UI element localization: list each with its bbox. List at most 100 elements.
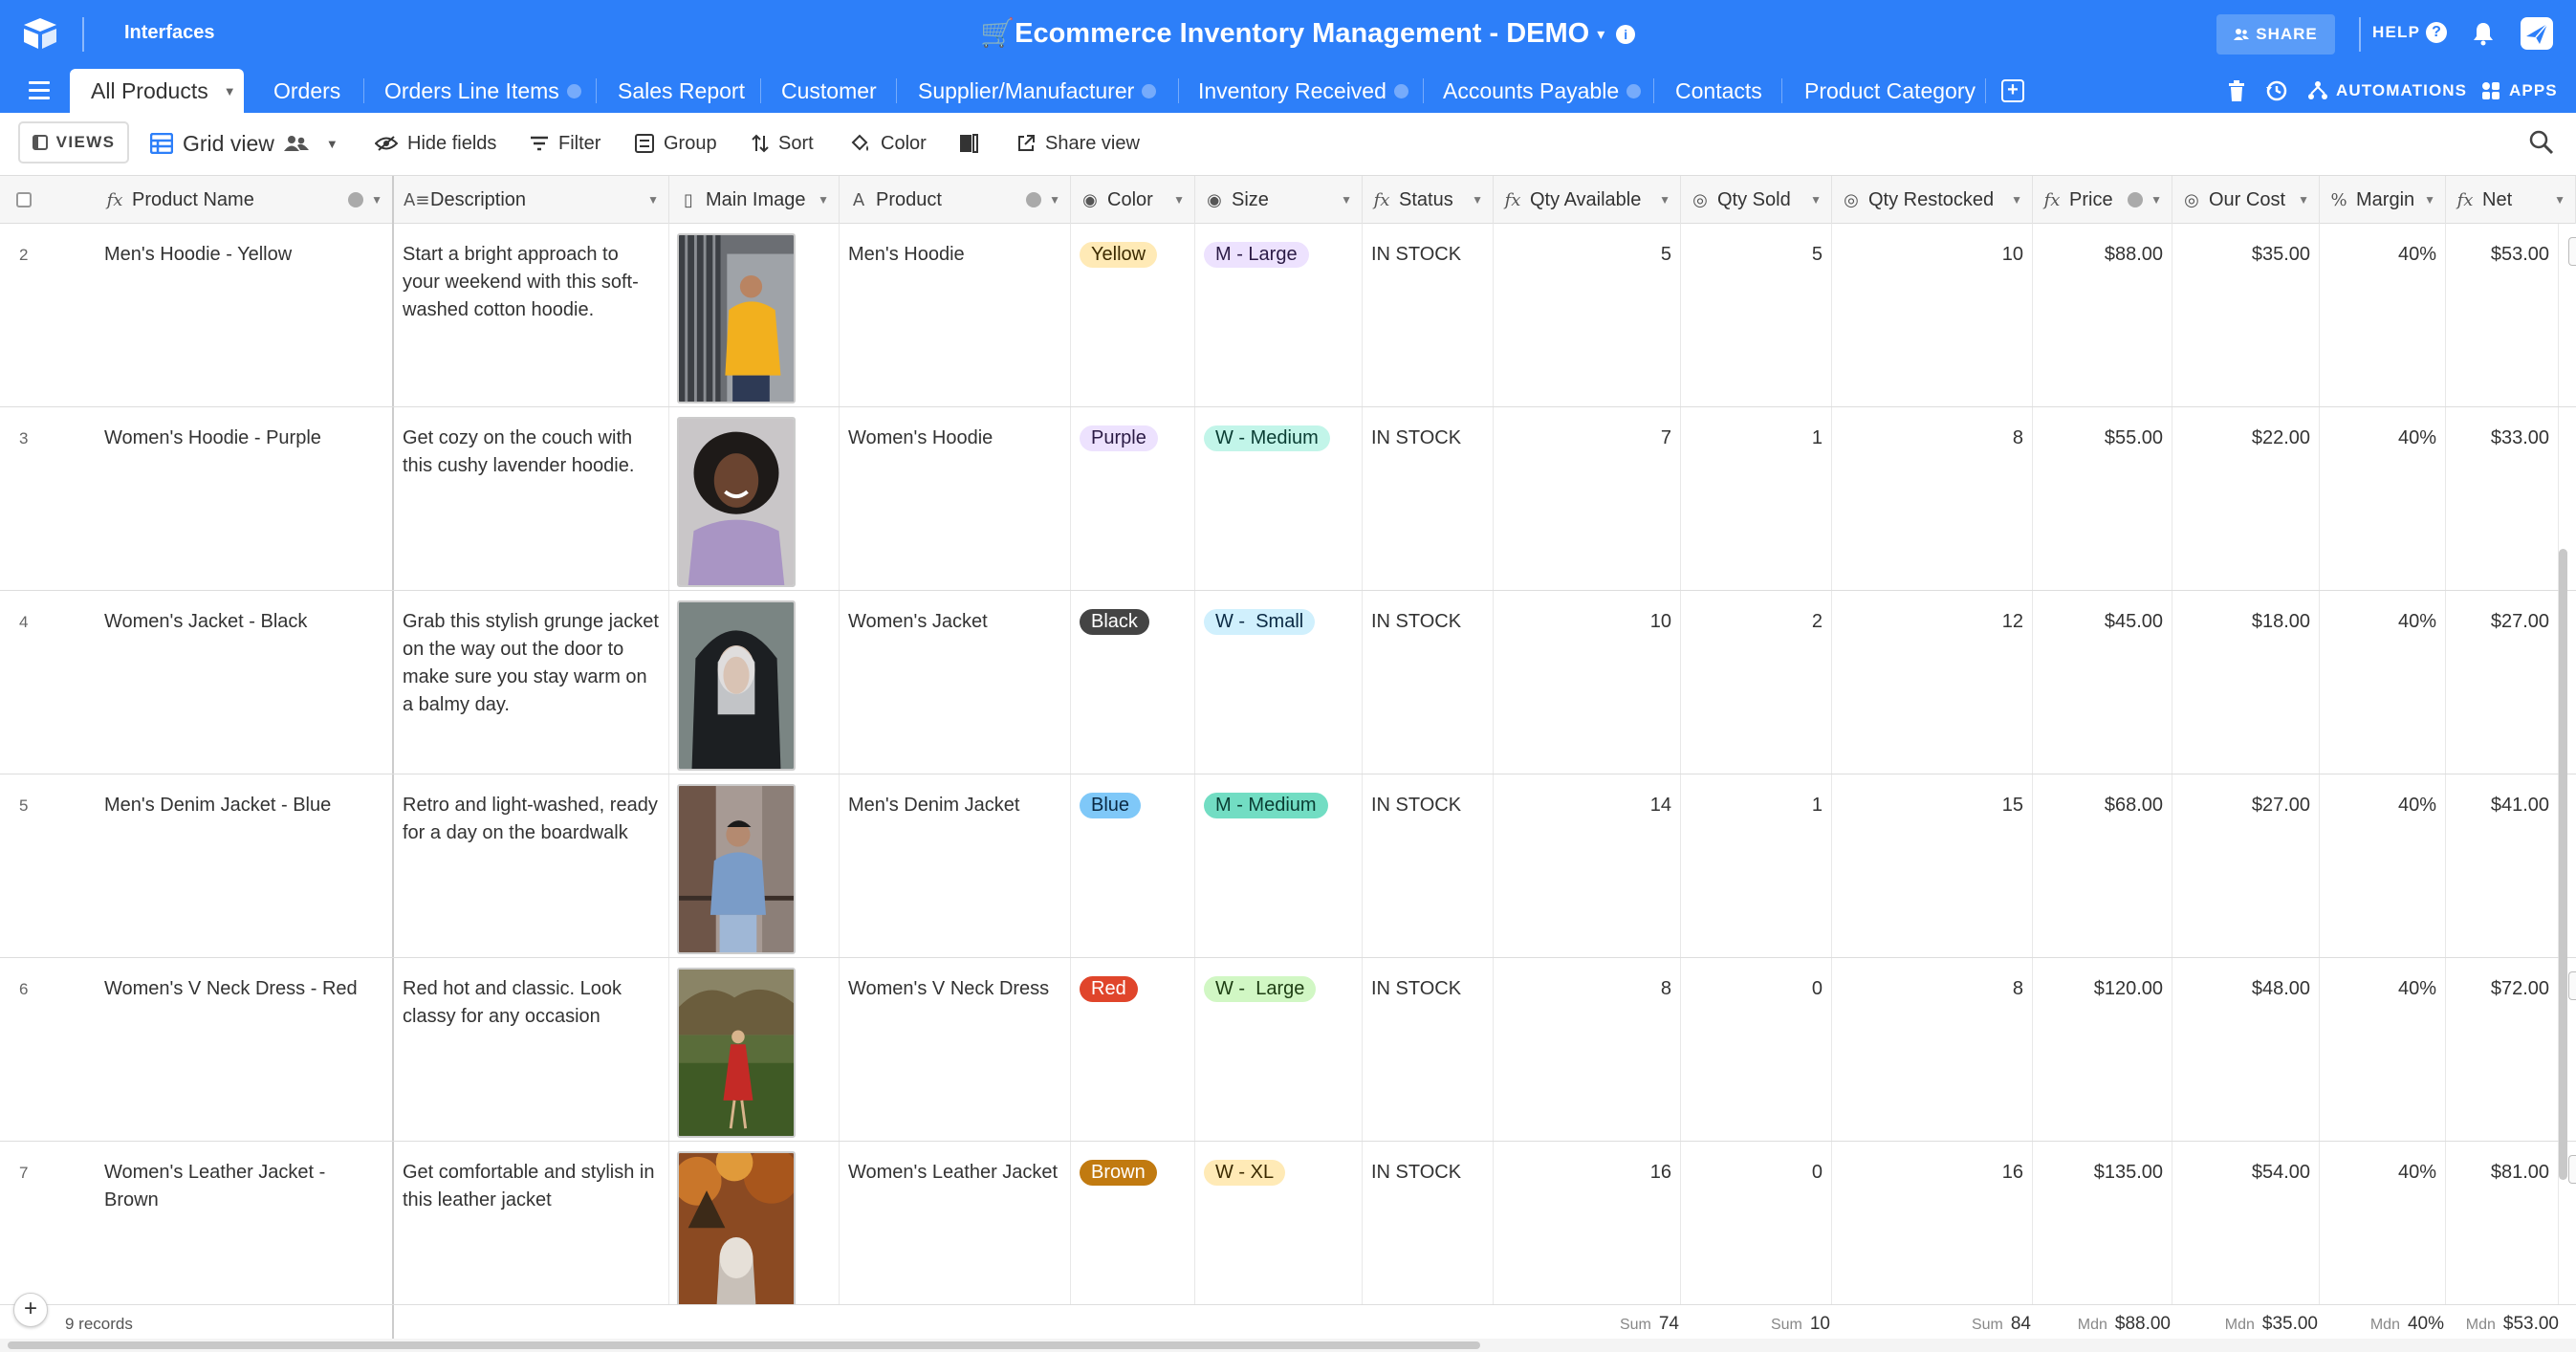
interfaces-link[interactable]: Interfaces: [124, 22, 215, 44]
chevron-down-icon[interactable]: ▼: [224, 84, 236, 98]
price-cell[interactable]: $120.00: [2033, 958, 2172, 1141]
chevron-down-icon[interactable]: ▼: [818, 193, 829, 207]
product-cell[interactable]: Women's Leather Jacket: [840, 1142, 1071, 1304]
price-cell[interactable]: $68.00: [2033, 774, 2172, 957]
search-icon[interactable]: [2529, 130, 2554, 155]
margin-cell[interactable]: 40%: [2320, 407, 2446, 590]
margin-cell[interactable]: 40%: [2320, 958, 2446, 1141]
column-header-qty-sold[interactable]: ◎ Qty Sold ▼: [1681, 176, 1832, 224]
table-row[interactable]: 2 Men's Hoodie - Yellow Start a bright a…: [0, 224, 2576, 407]
status-cell[interactable]: IN STOCK: [1363, 591, 1494, 774]
profile-avatar-icon[interactable]: [2521, 17, 2553, 50]
qty-sold-cell[interactable]: 1: [1681, 407, 1832, 590]
column-header-margin[interactable]: % Margin ▼: [2320, 176, 2446, 224]
main-image-cell[interactable]: [669, 958, 840, 1141]
view-switcher[interactable]: Grid view ▼: [150, 128, 338, 159]
net-cell[interactable]: $53.00: [2446, 224, 2559, 406]
product-name-cell[interactable]: Men's Denim Jacket - Blue: [96, 774, 394, 957]
column-header-status[interactable]: fx Status ▼: [1363, 176, 1494, 224]
summary-margin[interactable]: Mdn 40%: [2370, 1314, 2444, 1335]
description-cell[interactable]: Retro and light-washed, ready for a day …: [394, 774, 669, 957]
chevron-down-icon[interactable]: ▼: [2011, 193, 2022, 207]
select-all-checkbox[interactable]: [16, 192, 32, 207]
automations-button[interactable]: AUTOMATIONS: [2307, 69, 2467, 113]
margin-cell[interactable]: 40%: [2320, 1142, 2446, 1304]
main-image-cell[interactable]: [669, 774, 840, 957]
qty-sold-cell[interactable]: 2: [1681, 591, 1832, 774]
margin-cell[interactable]: 40%: [2320, 774, 2446, 957]
net-cell[interactable]: $33.00: [2446, 407, 2559, 590]
our-cost-cell[interactable]: $48.00: [2172, 958, 2320, 1141]
column-header-size[interactable]: ◉ Size ▼: [1195, 176, 1363, 224]
qty-available-cell[interactable]: 14: [1494, 774, 1681, 957]
tab-accounts-payable[interactable]: Accounts Payable: [1443, 69, 1642, 113]
group-button[interactable]: Group: [635, 128, 717, 159]
product-name-cell[interactable]: Men's Hoodie - Yellow: [96, 224, 394, 406]
chevron-down-icon[interactable]: ▼: [2554, 193, 2565, 207]
color-button[interactable]: Color: [850, 128, 927, 159]
chevron-down-icon[interactable]: ▼: [647, 193, 659, 207]
description-cell[interactable]: Get comfortable and stylish in this leat…: [394, 1142, 669, 1304]
product-cell[interactable]: Men's Hoodie: [840, 224, 1071, 406]
qty-restocked-cell[interactable]: 15: [1832, 774, 2033, 957]
table-row[interactable]: 5 Men's Denim Jacket - Blue Retro and li…: [0, 774, 2576, 958]
table-row[interactable]: 4 Women's Jacket - Black Grab this styli…: [0, 591, 2576, 774]
chevron-down-icon[interactable]: ▼: [2150, 193, 2162, 207]
qty-available-cell[interactable]: 8: [1494, 958, 1681, 1141]
net-cell[interactable]: $27.00: [2446, 591, 2559, 774]
qty-restocked-cell[interactable]: 8: [1832, 958, 2033, 1141]
sort-button[interactable]: Sort: [752, 128, 814, 159]
scrollbar-thumb[interactable]: [8, 1341, 1480, 1349]
color-cell[interactable]: Red: [1071, 958, 1195, 1141]
tab-contacts[interactable]: Contacts: [1675, 69, 1762, 113]
qty-sold-cell[interactable]: 0: [1681, 958, 1832, 1141]
product-name-cell[interactable]: Women's V Neck Dress - Red: [96, 958, 394, 1141]
main-image-cell[interactable]: [669, 1142, 840, 1304]
qty-available-cell[interactable]: 10: [1494, 591, 1681, 774]
tab-all-products[interactable]: All Products ▼: [70, 69, 244, 113]
column-header-description[interactable]: A≡ Description ▼: [394, 176, 669, 224]
chevron-down-icon[interactable]: ▼: [1810, 193, 1822, 207]
net-cell[interactable]: $41.00: [2446, 774, 2559, 957]
product-image-thumbnail[interactable]: [677, 233, 796, 403]
product-image-thumbnail[interactable]: [677, 784, 796, 954]
qty-restocked-cell[interactable]: 8: [1832, 407, 2033, 590]
product-name-cell[interactable]: Women's Jacket - Black: [96, 591, 394, 774]
apps-button[interactable]: APPS: [2480, 69, 2558, 113]
add-record-icon[interactable]: +: [13, 1293, 48, 1327]
column-header-qty-restocked[interactable]: ◎ Qty Restocked ▼: [1832, 176, 2033, 224]
column-header-product[interactable]: A Product ▼: [840, 176, 1071, 224]
our-cost-cell[interactable]: $27.00: [2172, 774, 2320, 957]
margin-cell[interactable]: 40%: [2320, 224, 2446, 406]
our-cost-cell[interactable]: $54.00: [2172, 1142, 2320, 1304]
chevron-down-icon[interactable]: ▼: [2298, 193, 2309, 207]
price-cell[interactable]: $135.00: [2033, 1142, 2172, 1304]
qty-restocked-cell[interactable]: 12: [1832, 591, 2033, 774]
tab-orders-line-items[interactable]: Orders Line Items: [384, 69, 581, 113]
status-cell[interactable]: IN STOCK: [1363, 407, 1494, 590]
info-icon[interactable]: i: [1616, 25, 1636, 45]
qty-available-cell[interactable]: 5: [1494, 224, 1681, 406]
column-header-price[interactable]: fx Price ▼: [2033, 176, 2172, 224]
product-cell[interactable]: Women's Hoodie: [840, 407, 1071, 590]
vertical-scrollbar[interactable]: [2559, 549, 2567, 1180]
price-cell[interactable]: $88.00: [2033, 224, 2172, 406]
product-name-cell[interactable]: Women's Hoodie - Purple: [96, 407, 394, 590]
share-button[interactable]: SHARE: [2216, 14, 2335, 55]
status-cell[interactable]: IN STOCK: [1363, 224, 1494, 406]
column-header-color[interactable]: ◉ Color ▼: [1071, 176, 1195, 224]
column-header-net[interactable]: fx Net ▼: [2446, 176, 2576, 224]
margin-cell[interactable]: 40%: [2320, 591, 2446, 774]
description-cell[interactable]: Grab this stylish grunge jacket on the w…: [394, 591, 669, 774]
qty-restocked-cell[interactable]: 16: [1832, 1142, 2033, 1304]
tab-customer[interactable]: Customer: [781, 69, 877, 113]
description-cell[interactable]: Get cozy on the couch with this cushy la…: [394, 407, 669, 590]
color-cell[interactable]: Blue: [1071, 774, 1195, 957]
tab-orders[interactable]: Orders: [273, 69, 340, 113]
description-cell[interactable]: Start a bright approach to your weekend …: [394, 224, 669, 406]
price-cell[interactable]: $55.00: [2033, 407, 2172, 590]
qty-sold-cell[interactable]: 1: [1681, 774, 1832, 957]
column-header-product-name[interactable]: fx Product Name ▼: [96, 176, 394, 224]
product-image-thumbnail[interactable]: [677, 968, 796, 1138]
summary-our-cost[interactable]: Mdn $35.00: [2225, 1314, 2318, 1335]
